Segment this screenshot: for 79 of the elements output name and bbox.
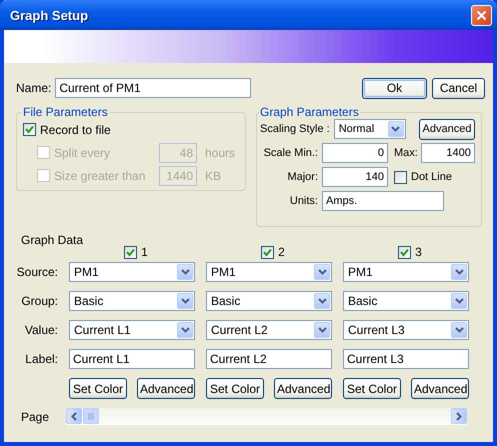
grip-icon	[88, 412, 94, 420]
chevron-down-icon	[318, 327, 326, 333]
input-field[interactable]: Current L2	[206, 349, 332, 369]
checkbox[interactable]	[124, 246, 138, 258]
dropdown[interactable]: Current L2	[206, 320, 332, 340]
field-label: Name:	[16, 81, 52, 95]
chevron-down-icon	[454, 298, 464, 304]
chevron-down-icon	[454, 327, 464, 333]
group-title: File Parameters	[22, 105, 109, 119]
dropdown[interactable]: PM1	[206, 262, 332, 282]
unit-label: KB	[205, 168, 222, 182]
chevron-down-icon	[318, 298, 326, 304]
checkbox-label: Record to file	[40, 122, 111, 136]
chevron-down-icon	[180, 327, 190, 333]
row-label: Value:	[24, 323, 58, 337]
button[interactable]: Set Color	[343, 378, 401, 399]
button[interactable]: Advanced	[137, 378, 195, 399]
dropdown[interactable]: Current L1	[69, 320, 195, 340]
button[interactable]: Set Color	[206, 378, 264, 399]
window-title: Graph Setup	[10, 8, 90, 22]
row-label: Label:	[24, 352, 58, 366]
chevron-down-icon	[180, 298, 190, 304]
checkbox-label: Size greater than	[54, 168, 146, 182]
dropdown[interactable]: Basic	[206, 291, 332, 311]
close-button[interactable]	[471, 4, 492, 26]
series-number: 1	[141, 245, 148, 259]
dropdown[interactable]: Current L3	[343, 320, 469, 340]
chevron-left-icon	[71, 412, 77, 420]
chevron-down-icon	[391, 126, 400, 132]
button[interactable]: Advanced	[411, 378, 469, 399]
field-label: Scaling Style :	[260, 123, 330, 135]
chevron-right-icon	[456, 412, 462, 420]
input-field[interactable]: Amps.	[322, 191, 444, 211]
button[interactable]: Advanced	[274, 378, 332, 399]
input-field[interactable]: Current L1	[69, 349, 195, 369]
field-label: Page	[20, 410, 50, 424]
input-field[interactable]: Current L3	[343, 349, 469, 369]
dropdown[interactable]: PM1	[343, 262, 469, 282]
unit-label: hours	[205, 146, 236, 160]
button[interactable]: Set Color	[69, 378, 127, 399]
checkbox[interactable]	[261, 246, 274, 258]
dropdown[interactable]: PM1	[69, 262, 195, 282]
dropdown[interactable]: Basic	[69, 291, 195, 311]
scroll-thumb[interactable]	[83, 408, 99, 424]
scroll-right-button[interactable]	[451, 408, 467, 424]
scrollbar[interactable]	[66, 408, 467, 425]
dropdown[interactable]: Normal	[334, 119, 406, 139]
input-field[interactable]: 1400	[420, 143, 475, 163]
checkbox[interactable]	[394, 170, 407, 184]
check-icon	[25, 125, 34, 134]
field-label: Scale Min.:	[262, 147, 318, 159]
close-icon	[476, 10, 487, 20]
ok-button[interactable]: Ok	[362, 78, 427, 98]
chevron-down-icon	[454, 269, 464, 275]
chevron-down-icon	[318, 269, 326, 275]
field-label: Units:	[288, 195, 318, 207]
checkbox-label: Dot Line	[411, 171, 452, 183]
series-number: 3	[415, 245, 422, 259]
field-label: Max:	[394, 147, 418, 159]
field-label: Major:	[286, 171, 318, 183]
scroll-left-button[interactable]	[66, 408, 82, 424]
check-icon	[400, 248, 410, 256]
series-number: 2	[278, 245, 285, 259]
row-label: Group:	[20, 294, 58, 308]
checkbox[interactable]	[23, 123, 36, 136]
button[interactable]: Advanced	[419, 118, 475, 140]
check-icon	[126, 248, 136, 256]
section-title: Graph Data	[21, 233, 84, 247]
checkbox-label: Split every	[54, 146, 110, 160]
group-title: Graph Parameters	[259, 105, 360, 119]
checkbox[interactable]	[398, 246, 412, 258]
dropdown[interactable]: Basic	[343, 291, 469, 311]
input-field[interactable]: 0	[322, 143, 388, 163]
check-icon	[263, 248, 272, 256]
cancel-button[interactable]: Cancel	[432, 78, 485, 98]
name-field[interactable]: Current of PM1	[55, 78, 252, 98]
chevron-down-icon	[180, 269, 190, 275]
input-field[interactable]: 140	[322, 167, 388, 187]
row-label: Source:	[16, 265, 58, 279]
